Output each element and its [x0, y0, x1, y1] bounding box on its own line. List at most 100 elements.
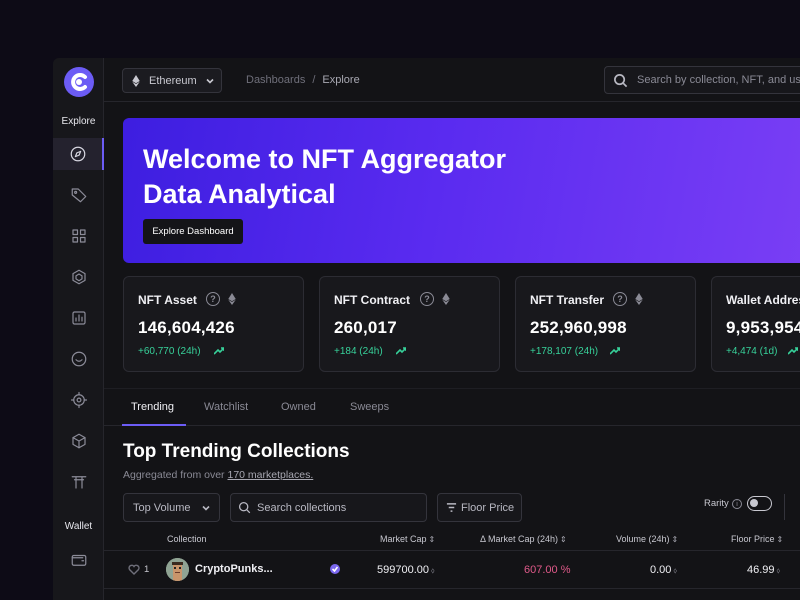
- row-market-cap-change: 607.00 %: [524, 564, 571, 576]
- topbar: Ethereum Dashboards / Explore Search by co…: [104, 58, 800, 102]
- collection-tabs: Trending Watchlist Owned Sweeps: [104, 388, 800, 426]
- sort-icon: ⇕: [428, 535, 436, 544]
- floor-price-filter[interactable]: Floor Price: [437, 493, 522, 522]
- sidebar-item-grid[interactable]: [53, 220, 104, 252]
- stat-card-nft-asset: NFT Asset ? 146,604,426 +60,770 (24h): [123, 276, 304, 372]
- tag-icon: [71, 188, 86, 203]
- section-subtitle-text: Aggregated from over: [123, 469, 228, 481]
- box-icon: [71, 433, 86, 449]
- tab-sweeps[interactable]: Sweeps: [350, 401, 389, 413]
- cube-outline-icon: [71, 269, 86, 285]
- stat-card-nft-contract: NFT Contract ? 260,017 +184 (24h): [319, 276, 500, 372]
- ethereum-icon: [635, 293, 643, 305]
- network-label: Ethereum: [149, 74, 197, 87]
- sidebar-section-explore: Explore: [61, 116, 96, 127]
- stat-value: 252,960,998: [530, 318, 627, 337]
- sidebar-item-explore[interactable]: [53, 138, 104, 170]
- eth-symbol-icon: ⬨: [776, 566, 781, 575]
- sort-icon: ⇕: [560, 535, 567, 544]
- sort-dropdown[interactable]: Top Volume: [123, 493, 220, 522]
- trend-up-icon: [396, 347, 406, 355]
- stat-change: +184 (24h): [334, 346, 383, 357]
- global-search-input[interactable]: Search by collection, NFT, and user: [604, 66, 800, 94]
- ethereum-icon: [442, 293, 450, 305]
- header-volume-label: Volume (24h): [616, 534, 670, 544]
- section-subtitle: Aggregated from over 170 marketplaces.: [123, 469, 313, 481]
- info-icon[interactable]: i: [732, 499, 742, 509]
- breadcrumb-separator: /: [312, 74, 316, 86]
- row-rank: 1: [144, 564, 150, 575]
- global-search-placeholder: Search by collection, NFT, and user: [637, 74, 800, 86]
- filter-icon: [446, 503, 457, 512]
- sort-icon: ⇕: [776, 535, 784, 544]
- eth-symbol-icon: ⬨: [673, 566, 678, 575]
- ethereum-icon: [132, 74, 140, 87]
- main-content: Ethereum Dashboards / Explore Search by co…: [104, 58, 800, 600]
- header-floor-price[interactable]: Floor Price ⇕: [731, 534, 783, 544]
- stat-title: Wallet Address: [726, 293, 800, 307]
- table-row-divider: [104, 588, 800, 589]
- header-floor-price-label: Floor Price: [731, 534, 775, 544]
- trend-up-icon: [610, 347, 620, 355]
- sidebar-item-target[interactable]: [53, 384, 104, 416]
- stat-value: 260,017: [334, 318, 397, 337]
- wallet-icon: [71, 554, 86, 566]
- rarity-toggle[interactable]: [747, 496, 772, 511]
- section-title: Top Trending Collections: [123, 441, 350, 462]
- app-window: Explore Wallet Ethereum Dashboards / Exp…: [53, 58, 800, 600]
- tab-trending[interactable]: Trending: [131, 401, 174, 413]
- explore-dashboard-button[interactable]: Explore Dashboard: [143, 219, 243, 244]
- header-market-cap[interactable]: Market Cap ⇕: [380, 534, 435, 544]
- sidebar-item-torii[interactable]: [53, 466, 104, 498]
- search-icon: [614, 74, 628, 88]
- sidebar-item-collections[interactable]: [53, 261, 104, 293]
- breadcrumb-root[interactable]: Dashboards: [246, 74, 305, 86]
- sidebar-item-analytics[interactable]: [53, 302, 104, 334]
- chevron-down-icon: [202, 505, 210, 511]
- breadcrumb-current: Explore: [322, 74, 360, 86]
- header-collection[interactable]: Collection: [167, 534, 207, 544]
- table-header-divider: [104, 550, 800, 551]
- row-floor-price: 46.99 ⬨: [747, 564, 780, 576]
- hero-title: Welcome to NFT Aggregator Data Analytica…: [143, 142, 643, 212]
- hero-title-line2: Data Analytical: [143, 179, 336, 209]
- search-icon: [238, 501, 251, 514]
- header-market-cap-change[interactable]: Δ Market Cap (24h) ⇕: [480, 534, 567, 544]
- row-volume: 0.00 ⬨: [650, 564, 677, 576]
- header-volume[interactable]: Volume (24h) ⇕: [616, 534, 678, 544]
- sidebar-item-box[interactable]: [53, 425, 104, 457]
- divider: [784, 494, 785, 520]
- collection-name[interactable]: CryptoPunks...: [195, 563, 273, 575]
- collection-avatar[interactable]: [166, 558, 189, 581]
- chart-icon: [71, 311, 86, 325]
- heart-icon[interactable]: [128, 564, 140, 575]
- logo-icon[interactable]: [63, 66, 95, 98]
- collection-search-placeholder: Search collections: [257, 501, 347, 514]
- collection-search-input[interactable]: Search collections: [230, 493, 427, 522]
- header-market-cap-label: Market Cap: [380, 534, 427, 544]
- tab-watchlist[interactable]: Watchlist: [204, 401, 248, 413]
- stat-title: NFT Asset: [138, 293, 197, 307]
- info-icon[interactable]: ?: [613, 292, 627, 306]
- verified-badge-icon: [330, 564, 340, 574]
- network-selector[interactable]: Ethereum: [122, 68, 222, 93]
- ethereum-icon: [228, 293, 236, 305]
- marketplaces-link[interactable]: 170 marketplaces.: [227, 469, 313, 481]
- sort-icon: ⇕: [671, 535, 679, 544]
- row-market-cap: 599700.00 ⬨: [377, 564, 435, 576]
- stat-value: 9,953,954: [726, 318, 800, 337]
- grid-icon: [71, 229, 86, 243]
- info-icon[interactable]: ?: [206, 292, 220, 306]
- sidebar-item-wallet[interactable]: [53, 544, 104, 576]
- info-icon[interactable]: ?: [420, 292, 434, 306]
- sidebar-item-social[interactable]: [53, 343, 104, 375]
- floor-price-label: Floor Price: [461, 501, 515, 514]
- breadcrumb: Dashboards / Explore: [246, 74, 360, 86]
- stat-title: NFT Transfer: [530, 293, 605, 307]
- sidebar-section-wallet: Wallet: [64, 521, 93, 532]
- stat-change: +60,770 (24h): [138, 346, 201, 357]
- tab-owned[interactable]: Owned: [281, 401, 316, 413]
- sidebar-item-tags[interactable]: [53, 179, 104, 211]
- torii-icon: [71, 476, 86, 489]
- stat-card-wallet-address: Wallet Address 9,953,954 +4,474 (1d): [711, 276, 800, 372]
